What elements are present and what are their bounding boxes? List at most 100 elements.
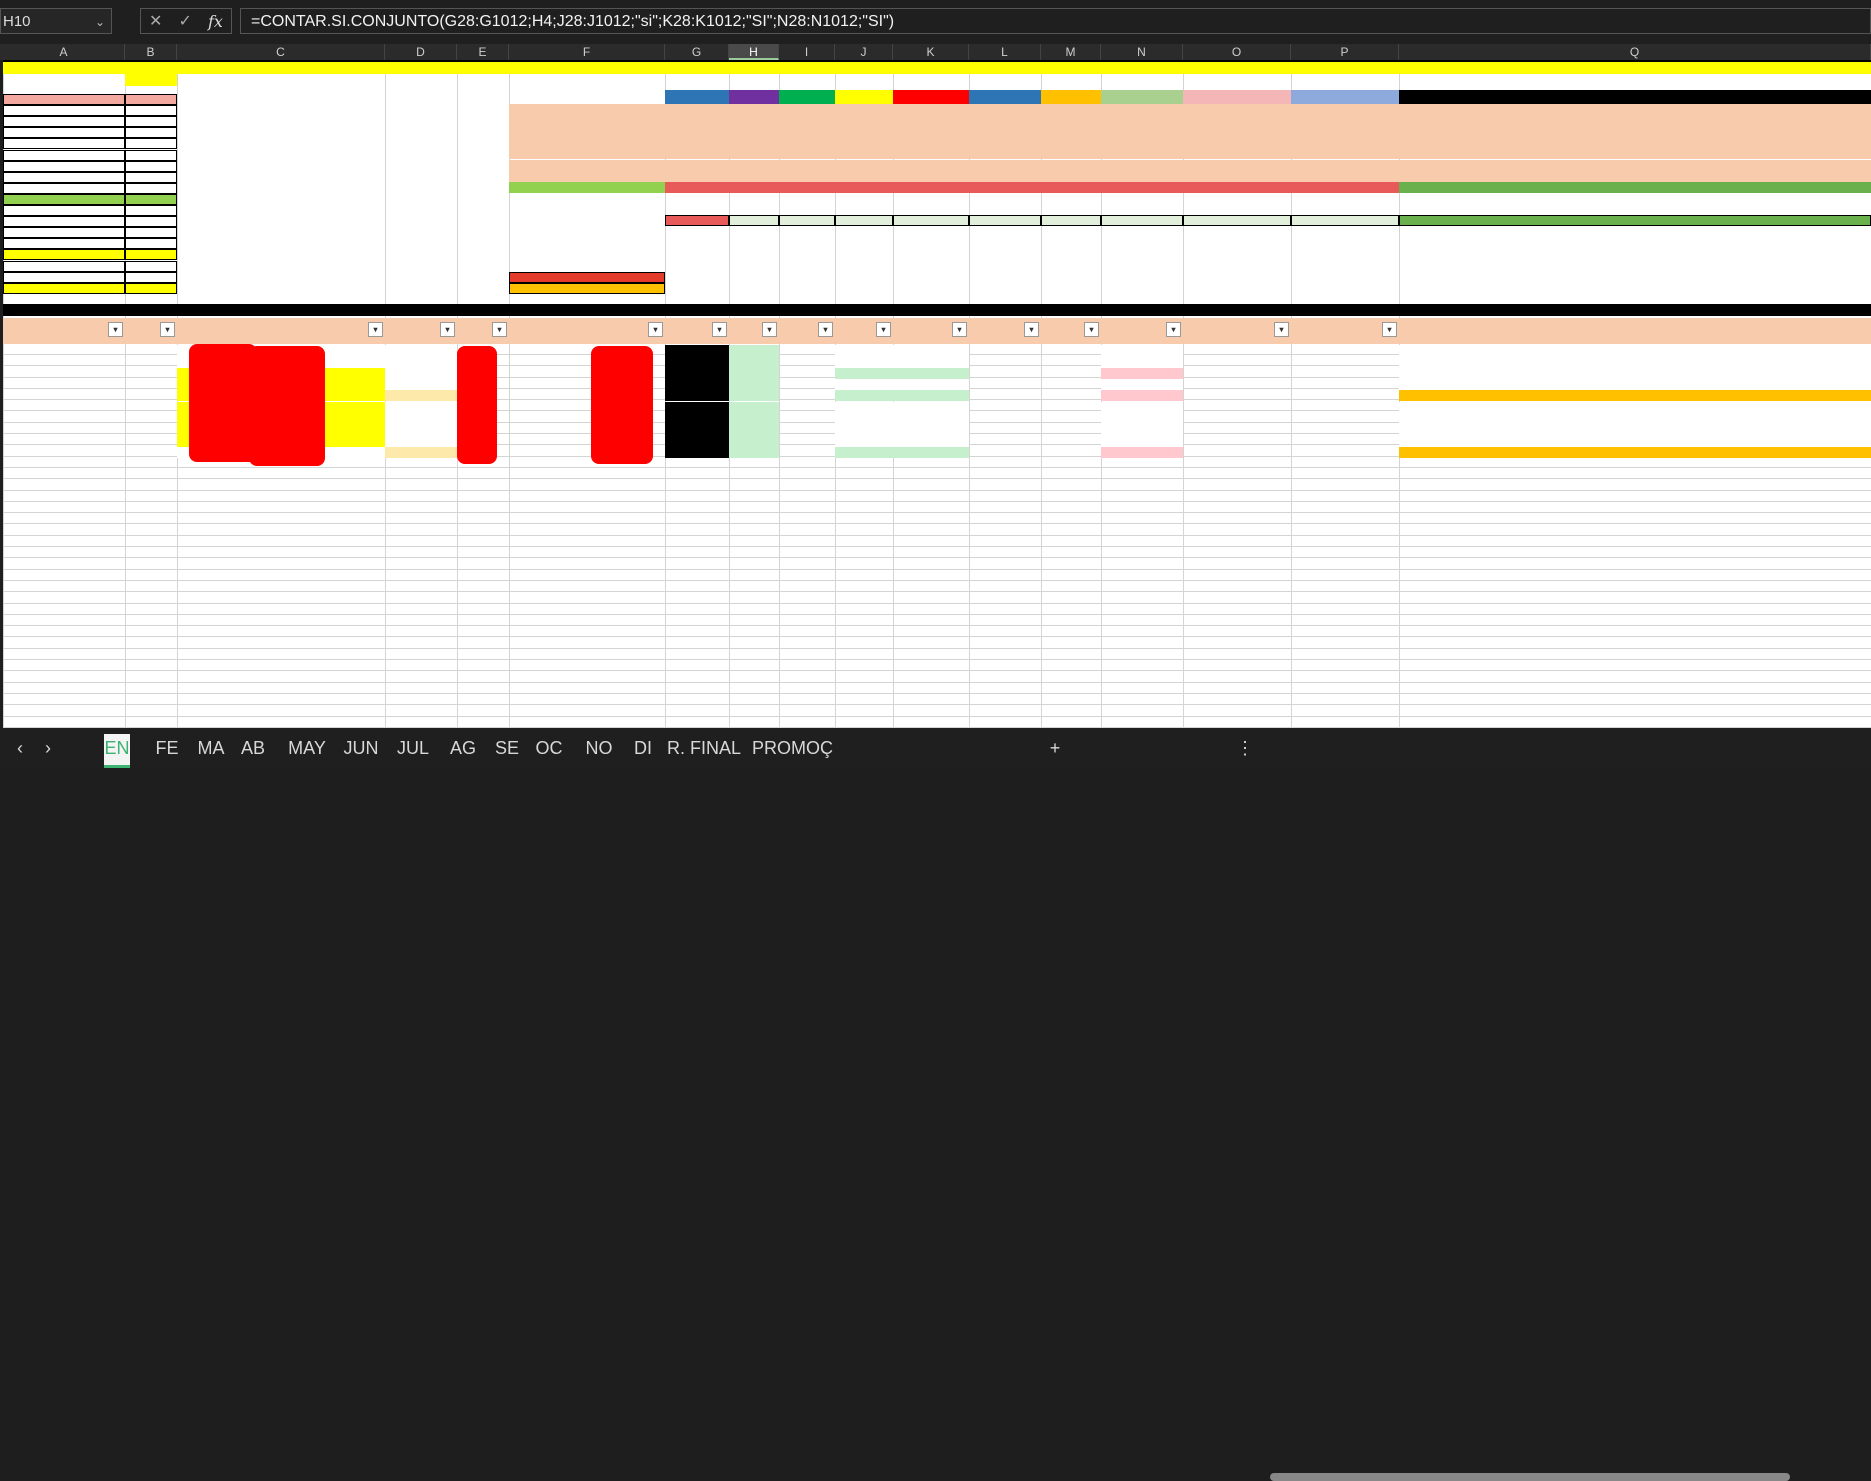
codigo[interactable]: [125, 447, 177, 458]
reason-sms[interactable]: [385, 272, 457, 283]
column-header-M[interactable]: M: [1041, 44, 1101, 60]
contactado[interactable]: [893, 378, 969, 391]
reason-label[interactable]: [177, 205, 385, 216]
observaciones[interactable]: [1399, 412, 1871, 425]
respuesta-tlf[interactable]: [1291, 379, 1399, 390]
fecha[interactable]: [969, 413, 1041, 424]
staff-value[interactable]: [969, 137, 1041, 149]
staff-value[interactable]: [1183, 170, 1291, 182]
staff-value[interactable]: [729, 181, 779, 193]
summary-value[interactable]: [125, 138, 177, 150]
observaciones[interactable]: [1399, 367, 1871, 379]
table-header[interactable]: ▾: [893, 318, 969, 344]
tecnico[interactable]: [665, 446, 729, 458]
reason-label[interactable]: [177, 238, 385, 249]
tipo-cliente[interactable]: [3, 424, 125, 435]
table-header[interactable]: ▾: [729, 318, 779, 344]
cobrado-tlf[interactable]: [1101, 446, 1183, 458]
reason-label[interactable]: [177, 216, 385, 227]
staff-name-5[interactable]: [969, 90, 1041, 104]
sheet-tab[interactable]: R. FINAL: [664, 734, 744, 762]
staff-value[interactable]: [1399, 126, 1871, 138]
contactado[interactable]: [893, 367, 969, 379]
llamado[interactable]: [835, 435, 893, 447]
reason-sms[interactable]: [385, 105, 457, 116]
filter-dropdown-icon[interactable]: ▾: [952, 322, 967, 337]
reason-sms[interactable]: [385, 150, 457, 161]
summary-label[interactable]: [3, 227, 125, 239]
staff-value[interactable]: [1041, 137, 1101, 149]
staff-value[interactable]: [969, 104, 1041, 116]
asignado-label[interactable]: [509, 215, 665, 226]
cobrado-tlf[interactable]: [1101, 367, 1183, 379]
llamado[interactable]: [835, 412, 893, 425]
staff-name-10[interactable]: [1399, 90, 1871, 104]
column-header-D[interactable]: D: [385, 44, 457, 60]
staff-value[interactable]: [1041, 104, 1101, 116]
codigo[interactable]: [125, 424, 177, 435]
staff-value[interactable]: [1183, 126, 1291, 138]
tipo-cliente[interactable]: [3, 368, 125, 379]
fc[interactable]: [385, 412, 457, 425]
table-header[interactable]: ▾: [779, 318, 835, 344]
tecnico[interactable]: [665, 378, 729, 391]
observaciones[interactable]: [1399, 356, 1871, 368]
respuesta-tlf[interactable]: [1291, 447, 1399, 458]
staff-value[interactable]: [835, 181, 893, 193]
tipo-cliente[interactable]: [3, 447, 125, 458]
staff-value[interactable]: [1183, 159, 1291, 171]
reason-sms[interactable]: [385, 161, 457, 172]
table-header[interactable]: [1399, 318, 1871, 344]
column-header-J[interactable]: J: [835, 44, 893, 60]
staff-value[interactable]: [779, 137, 835, 149]
staff-value[interactable]: [1041, 159, 1101, 171]
summary-label[interactable]: [3, 94, 125, 106]
filter-dropdown-icon[interactable]: ▾: [440, 322, 455, 337]
reason-tlf[interactable]: [457, 272, 509, 283]
summary-label[interactable]: [3, 260, 125, 272]
staff-name-2[interactable]: [779, 90, 835, 104]
staff-value[interactable]: [969, 115, 1041, 127]
reason-tlf[interactable]: [457, 94, 509, 105]
codigo[interactable]: [125, 379, 177, 390]
tipo-cliente[interactable]: [3, 413, 125, 424]
chevron-down-icon[interactable]: ⌄: [95, 9, 105, 35]
tipo-cliente[interactable]: [3, 435, 125, 446]
asignado-value[interactable]: [835, 215, 893, 227]
reason-label[interactable]: [177, 116, 385, 127]
filter-dropdown-icon[interactable]: ▾: [492, 322, 507, 337]
column-header-B[interactable]: B: [125, 44, 177, 60]
summary-label[interactable]: [3, 205, 125, 217]
staff-value[interactable]: [1399, 115, 1871, 127]
scroll-right-icon[interactable]: ›: [38, 734, 58, 762]
observaciones[interactable]: [1399, 390, 1871, 402]
fc[interactable]: [385, 401, 457, 413]
tipo-cliente[interactable]: [3, 379, 125, 390]
table-header[interactable]: ▾: [3, 318, 125, 344]
staff-value[interactable]: [1291, 170, 1399, 182]
contactado[interactable]: [893, 446, 969, 458]
observaciones[interactable]: [1399, 435, 1871, 447]
fecha[interactable]: [969, 379, 1041, 390]
reason-tlf[interactable]: [457, 116, 509, 127]
staff-value[interactable]: [1291, 126, 1399, 138]
contactado[interactable]: [893, 435, 969, 447]
sheet-tab[interactable]: JUN: [342, 734, 380, 762]
staff-value[interactable]: [1291, 159, 1399, 171]
summary-value[interactable]: [125, 227, 177, 239]
contactado[interactable]: [893, 345, 969, 357]
contactado[interactable]: [893, 424, 969, 436]
reason-label[interactable]: [177, 150, 385, 161]
contactado[interactable]: [893, 412, 969, 425]
filter-dropdown-icon[interactable]: ▾: [762, 322, 777, 337]
asignado-value[interactable]: [1183, 215, 1291, 227]
sms[interactable]: [729, 401, 779, 413]
summary-value[interactable]: [125, 105, 177, 117]
staff-value[interactable]: [1101, 104, 1183, 116]
staff-value[interactable]: [893, 159, 969, 171]
sheet-tab[interactable]: AB: [234, 734, 272, 762]
llamado[interactable]: [835, 378, 893, 391]
asignado-value[interactable]: [1291, 215, 1399, 227]
staff-value[interactable]: [779, 126, 835, 138]
cobrado-tlf[interactable]: [1101, 378, 1183, 391]
